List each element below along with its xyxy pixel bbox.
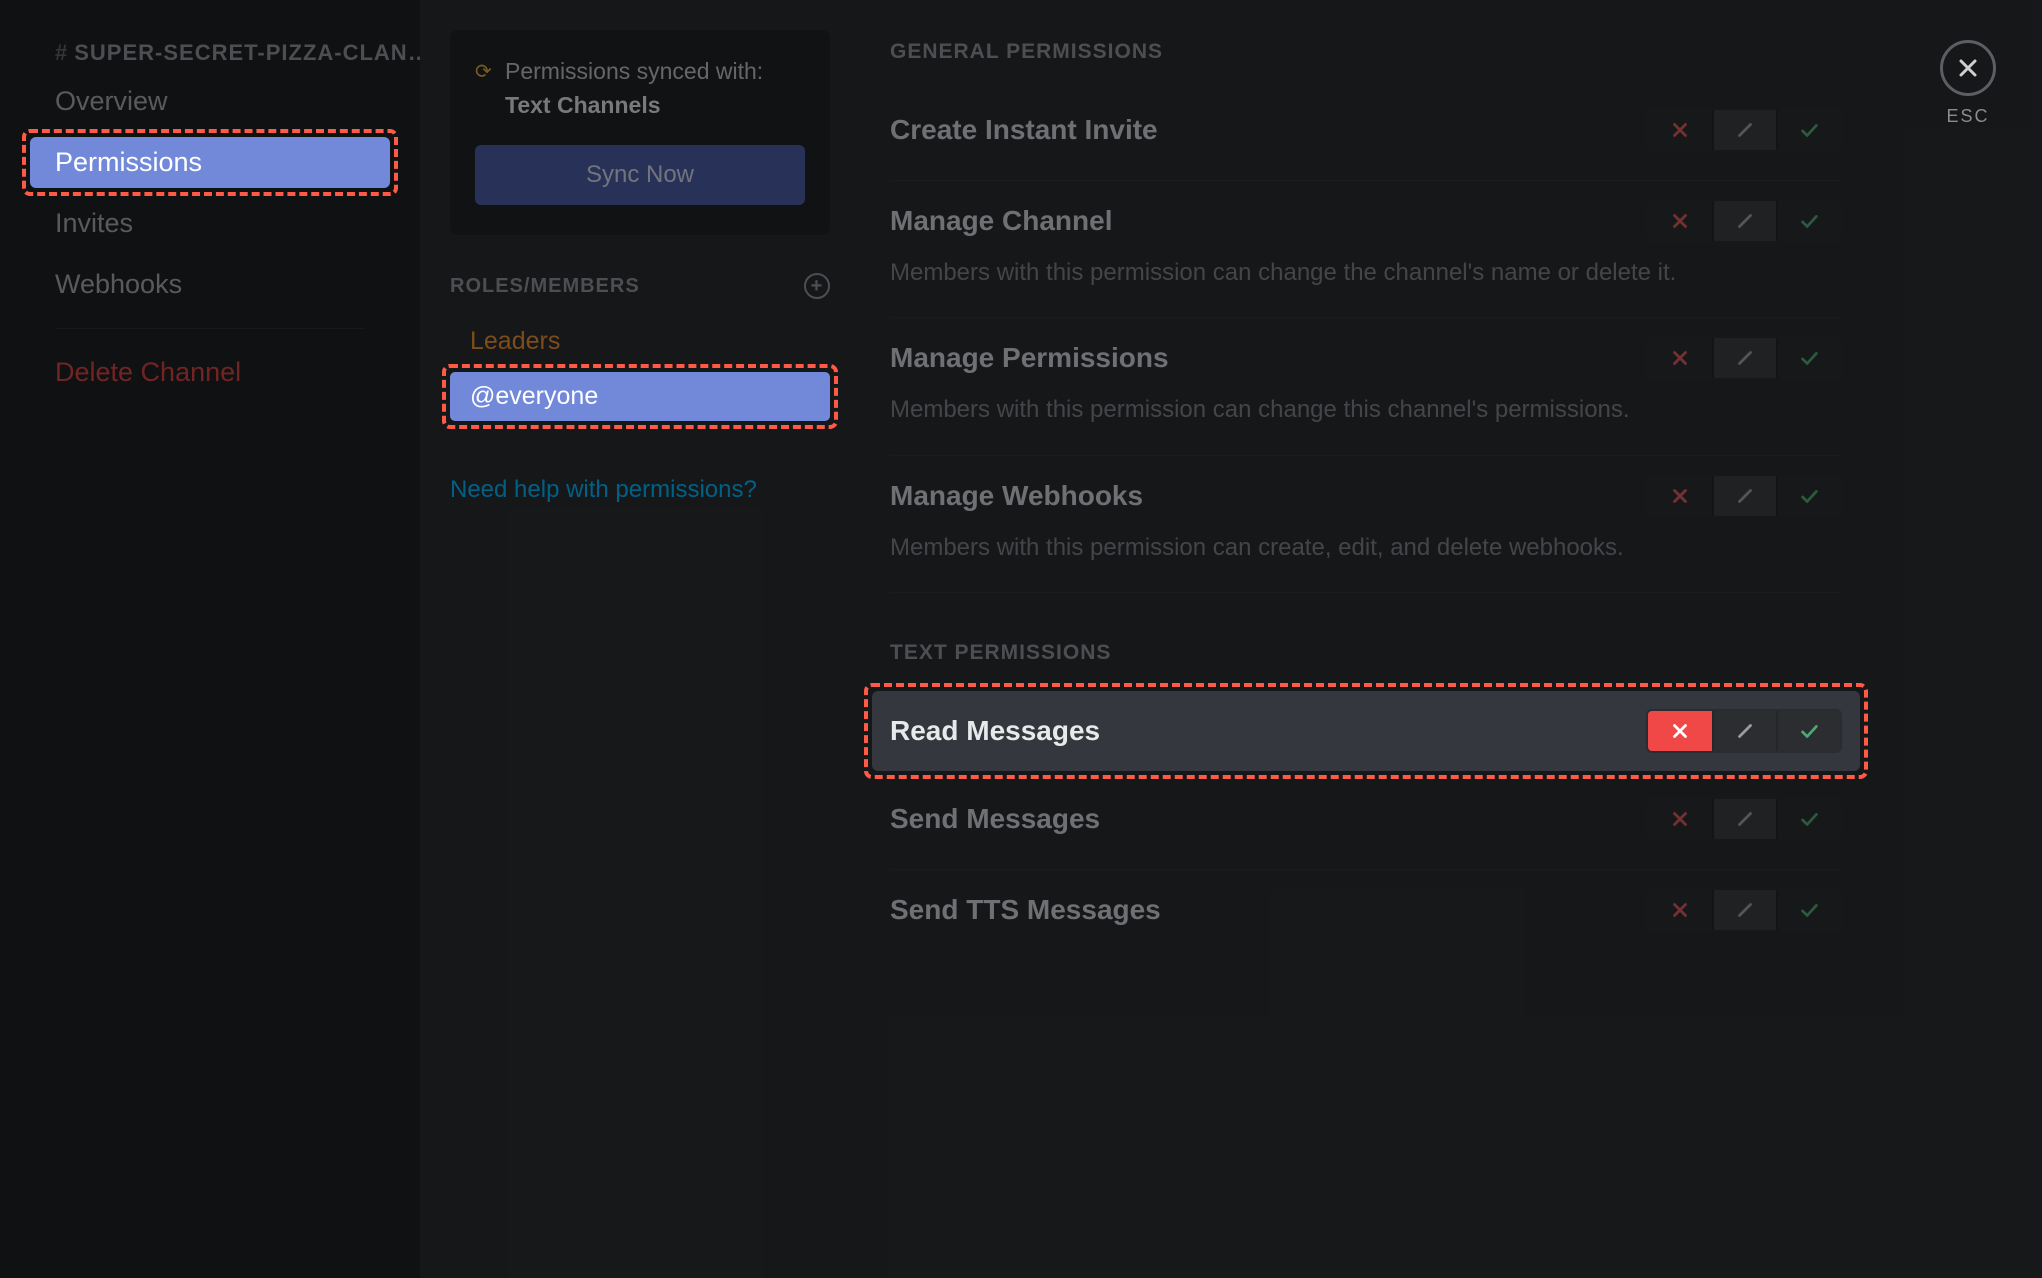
nav-overview[interactable]: Overview — [30, 76, 390, 127]
perm-deny-button[interactable] — [1648, 711, 1712, 751]
perm-deny-button[interactable] — [1648, 476, 1712, 516]
perm-passthrough-button[interactable] — [1712, 110, 1776, 150]
perm-toggle — [1646, 199, 1842, 243]
perm-deny-button[interactable] — [1648, 110, 1712, 150]
sync-text: Permissions synced with: Text Channels — [505, 55, 763, 121]
plus-icon: + — [811, 276, 824, 296]
perm-send-messages: Send Messages — [890, 779, 1842, 870]
perm-allow-button[interactable] — [1776, 201, 1840, 241]
perm-title: Create Instant Invite — [890, 114, 1158, 146]
role-item-everyone[interactable]: @everyone — [450, 372, 830, 421]
perm-allow-button[interactable] — [1776, 890, 1840, 930]
perm-allow-button[interactable] — [1776, 110, 1840, 150]
nav-overview-label: Overview — [55, 86, 168, 116]
channel-name-header: # SUPER-SECRET-PIZZA-CLAN… — [0, 40, 420, 66]
perm-title: Manage Channel — [890, 205, 1112, 237]
help-link-label: Need help with permissions? — [450, 476, 757, 503]
perm-passthrough-button[interactable] — [1712, 201, 1776, 241]
nav-permissions[interactable]: Permissions — [30, 137, 390, 188]
permissions-help-link[interactable]: Need help with permissions? — [450, 476, 830, 504]
perm-title: Send Messages — [890, 803, 1100, 835]
perm-toggle — [1646, 797, 1842, 841]
perm-manage-webhooks: Manage Webhooks Members with this permis… — [890, 456, 1842, 593]
nav-delete-channel[interactable]: Delete Channel — [30, 347, 390, 398]
sync-now-label: Sync Now — [586, 161, 694, 188]
settings-sidebar: # SUPER-SECRET-PIZZA-CLAN… Overview Perm… — [0, 0, 420, 1278]
nav-permissions-label: Permissions — [55, 147, 202, 177]
perm-title: Manage Permissions — [890, 342, 1169, 374]
perm-allow-button[interactable] — [1776, 799, 1840, 839]
sync-now-button[interactable]: Sync Now — [475, 145, 805, 205]
perm-deny-button[interactable] — [1648, 201, 1712, 241]
close-area: ESC — [1940, 40, 1996, 127]
sync-parent-name: Text Channels — [505, 89, 763, 121]
perm-passthrough-button[interactable] — [1712, 338, 1776, 378]
nav-webhooks-label: Webhooks — [55, 269, 182, 299]
perm-allow-button[interactable] — [1776, 476, 1840, 516]
perm-send-tts-messages: Send TTS Messages — [890, 870, 1842, 960]
perm-desc: Members with this permission can create,… — [890, 532, 1690, 564]
perm-title: Read Messages — [890, 715, 1100, 747]
perm-title: Send TTS Messages — [890, 894, 1161, 926]
role-item-leaders[interactable]: Leaders — [450, 317, 830, 366]
close-button[interactable] — [1940, 40, 1996, 96]
sync-line1: Permissions synced with: — [505, 58, 763, 84]
perm-title: Manage Webhooks — [890, 480, 1143, 512]
channel-name-label: SUPER-SECRET-PIZZA-CLAN… — [74, 40, 420, 66]
role-leaders-label: Leaders — [470, 327, 560, 355]
perm-toggle — [1646, 888, 1842, 932]
perm-toggle — [1646, 474, 1842, 518]
add-role-button[interactable]: + — [804, 273, 830, 299]
perm-passthrough-button[interactable] — [1712, 711, 1776, 751]
perm-deny-button[interactable] — [1648, 799, 1712, 839]
nav-webhooks[interactable]: Webhooks — [30, 259, 390, 310]
perm-read-messages: Read Messages — [872, 691, 1860, 771]
perm-deny-button[interactable] — [1648, 338, 1712, 378]
roles-header: ROLES/MEMBERS + — [450, 273, 830, 299]
permissions-panel: ESC GENERAL PERMISSIONS Create Instant I… — [860, 0, 2042, 1278]
roles-column: ⟳ Permissions synced with: Text Channels… — [420, 0, 860, 1278]
section-text-label: TEXT PERMISSIONS — [890, 641, 1842, 665]
role-everyone-label: @everyone — [470, 382, 598, 410]
sync-panel: ⟳ Permissions synced with: Text Channels… — [450, 30, 830, 235]
roles-header-label: ROLES/MEMBERS — [450, 275, 640, 298]
perm-desc: Members with this permission can change … — [890, 257, 1690, 289]
sidebar-divider — [55, 328, 365, 329]
hash-icon: # — [55, 40, 68, 66]
perm-allow-button[interactable] — [1776, 338, 1840, 378]
perm-create-instant-invite: Create Instant Invite — [890, 90, 1842, 181]
perm-deny-button[interactable] — [1648, 890, 1712, 930]
sync-warning-icon: ⟳ — [475, 59, 505, 84]
nav-invites[interactable]: Invites — [30, 198, 390, 249]
channel-settings-window: # SUPER-SECRET-PIZZA-CLAN… Overview Perm… — [0, 0, 2042, 1278]
nav-delete-label: Delete Channel — [55, 357, 241, 387]
section-general-label: GENERAL PERMISSIONS — [890, 40, 1842, 64]
close-icon — [1956, 56, 1980, 80]
nav-invites-label: Invites — [55, 208, 133, 238]
perm-toggle — [1646, 336, 1842, 380]
close-label: ESC — [1946, 106, 1989, 127]
perm-passthrough-button[interactable] — [1712, 799, 1776, 839]
perm-manage-channel: Manage Channel Members with this permiss… — [890, 181, 1842, 318]
perm-desc: Members with this permission can change … — [890, 394, 1690, 426]
perm-allow-button[interactable] — [1776, 711, 1840, 751]
perm-toggle — [1646, 709, 1842, 753]
perm-passthrough-button[interactable] — [1712, 476, 1776, 516]
perm-passthrough-button[interactable] — [1712, 890, 1776, 930]
perm-manage-permissions: Manage Permissions Members with this per… — [890, 318, 1842, 455]
perm-toggle — [1646, 108, 1842, 152]
